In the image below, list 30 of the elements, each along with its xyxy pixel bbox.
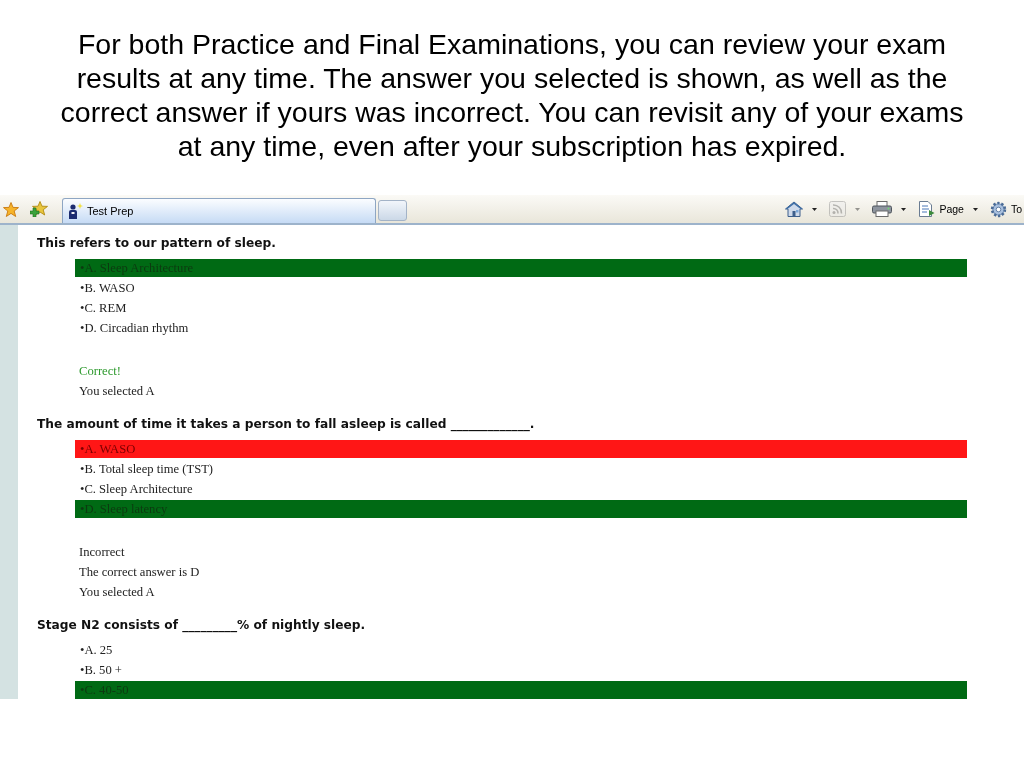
answer-option: •A. WASO: [75, 440, 967, 458]
browser-tab[interactable]: Test Prep: [62, 198, 376, 223]
home-icon[interactable]: [785, 201, 804, 217]
settings-icon: [989, 200, 1007, 218]
star-plus-icon[interactable]: [30, 201, 48, 217]
answer-option: •A. 25: [75, 641, 115, 659]
answer-option: •C. REM: [75, 299, 129, 317]
answer-option: •B. WASO: [75, 279, 137, 297]
feedback-text: The correct answer is D: [79, 564, 200, 581]
answer-option: •B. Total sleep time (TST): [75, 460, 216, 478]
caption-text: For both Practice and Final Examinations, you can review your exam results at any time. The answer you selected is shown, as well as the correct answer if yours was incorrect. You can revisit any of your exams at any time, even after your subscription has expired.: [59, 27, 965, 163]
printer-icon[interactable]: [872, 201, 893, 217]
question-text: Stage N2 consists of _________% of nightly sleep.: [37, 617, 366, 633]
question-text: The amount of time it takes a person to fall asleep is called _____________.: [37, 416, 535, 432]
answer-option: •D. Circadian rhythm: [75, 319, 191, 337]
feedback-text: Incorrect: [79, 544, 125, 561]
feedback-text: You selected A: [79, 383, 155, 400]
answer-option: •C. Sleep Architecture: [75, 480, 195, 498]
caret-icon[interactable]: [901, 207, 907, 211]
caret-icon[interactable]: [972, 207, 978, 211]
caret-icon[interactable]: [812, 207, 818, 211]
feedback-text: You selected A: [79, 584, 155, 601]
page-menu-button[interactable]: Page: [918, 201, 964, 217]
person-icon: [68, 203, 83, 219]
tools-menu-button[interactable]: To: [989, 200, 1022, 218]
question-text: This refers to our pattern of sleep.: [37, 235, 276, 251]
page-icon: [918, 201, 936, 217]
star-icon[interactable]: [3, 201, 19, 217]
feedback-text: Correct!: [79, 363, 121, 380]
answer-option: •B. 50 +: [75, 661, 124, 679]
